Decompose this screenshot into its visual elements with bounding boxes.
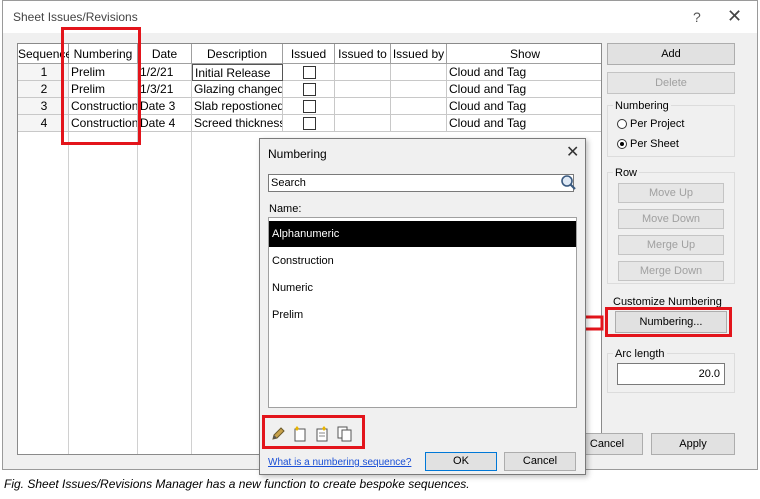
window-title: Sheet Issues/Revisions xyxy=(13,10,138,24)
numbering-column-highlight xyxy=(61,27,141,145)
cell-show[interactable]: Cloud and Tag xyxy=(447,81,601,98)
list-item-numeric[interactable]: Numeric xyxy=(269,275,576,301)
apply-button[interactable]: Apply xyxy=(651,433,735,455)
cell-date[interactable]: Date 4 xyxy=(138,115,192,132)
issued-checkbox[interactable] xyxy=(303,83,316,96)
dialog-close-icon[interactable]: ✕ xyxy=(566,142,579,162)
cell-issued-to[interactable] xyxy=(335,81,391,98)
cell-description[interactable]: Glazing changed xyxy=(192,81,283,98)
help-button[interactable]: ? xyxy=(693,9,701,25)
header-issued[interactable]: Issued xyxy=(283,44,335,64)
per-sheet-label: Per Sheet xyxy=(630,138,679,150)
numbering-dialog: Numbering ✕ Search Name: Alphanumeric Co… xyxy=(259,138,586,475)
cell-issued-to[interactable] xyxy=(335,98,391,115)
merge-down-button[interactable]: Merge Down xyxy=(618,261,724,281)
cell-show[interactable]: Cloud and Tag xyxy=(447,98,601,115)
cell-date[interactable]: 1/3/21 xyxy=(138,81,192,98)
per-sheet-radio[interactable]: Per Sheet xyxy=(617,138,679,150)
delete-button[interactable]: Delete xyxy=(607,72,735,94)
numbering-list[interactable]: Alphanumeric Construction Numeric Prelim xyxy=(268,217,577,408)
help-link[interactable]: What is a numbering sequence? xyxy=(268,457,411,468)
numbering-group-label: Numbering xyxy=(613,100,671,112)
arc-length-label: Arc length xyxy=(613,348,667,360)
toolbar-highlight xyxy=(262,415,365,449)
search-icon[interactable] xyxy=(559,173,577,191)
cell-issued-by[interactable] xyxy=(391,115,447,132)
merge-up-button[interactable]: Merge Up xyxy=(618,235,724,255)
cell-issued-by[interactable] xyxy=(391,81,447,98)
cell-issued-to[interactable] xyxy=(335,64,391,81)
cell-show[interactable]: Cloud and Tag xyxy=(447,115,601,132)
issued-checkbox[interactable] xyxy=(303,66,316,79)
cell-issued[interactable] xyxy=(283,81,335,98)
header-issued-to[interactable]: Issued to xyxy=(335,44,391,64)
move-up-button[interactable]: Move Up xyxy=(618,183,724,203)
cell-issued-by[interactable] xyxy=(391,98,447,115)
cell-issued-to[interactable] xyxy=(335,115,391,132)
cell-issued[interactable] xyxy=(283,115,335,132)
dialog-cancel-button[interactable]: Cancel xyxy=(504,452,576,471)
radio-selected-icon xyxy=(617,139,627,149)
dialog-title: Numbering xyxy=(268,147,327,161)
issued-checkbox[interactable] xyxy=(303,100,316,113)
cell-issued-by[interactable] xyxy=(391,64,447,81)
arc-length-input[interactable]: 20.0 xyxy=(617,363,725,385)
issued-checkbox[interactable] xyxy=(303,117,316,130)
numbering-button-highlight xyxy=(605,307,732,337)
per-project-label: Per Project xyxy=(630,118,685,130)
cell-date[interactable]: 1/2/21 xyxy=(138,64,192,81)
header-date[interactable]: Date xyxy=(138,44,192,64)
close-icon[interactable]: ✕ xyxy=(727,6,742,27)
cell-description[interactable]: Slab repostioned xyxy=(192,98,283,115)
header-issued-by[interactable]: Issued by xyxy=(391,44,447,64)
header-description[interactable]: Description xyxy=(192,44,283,64)
radio-icon xyxy=(617,119,627,129)
add-button[interactable]: Add xyxy=(607,43,735,65)
list-item-construction[interactable]: Construction xyxy=(269,248,576,274)
per-project-radio[interactable]: Per Project xyxy=(617,118,684,130)
ok-button[interactable]: OK xyxy=(425,452,497,471)
list-item-alphanumeric[interactable]: Alphanumeric xyxy=(269,221,576,247)
cell-issued[interactable] xyxy=(283,64,335,81)
row-group-label: Row xyxy=(613,167,640,179)
cell-show[interactable]: Cloud and Tag xyxy=(447,64,601,81)
move-down-button[interactable]: Move Down xyxy=(618,209,724,229)
name-label: Name: xyxy=(269,203,302,215)
cell-description[interactable]: Screed thickness i xyxy=(192,115,283,132)
list-item-prelim[interactable]: Prelim xyxy=(269,302,576,328)
cell-description[interactable]: Initial Release xyxy=(192,64,283,81)
figure-caption: Fig. Sheet Issues/Revisions Manager has … xyxy=(4,477,470,491)
cell-date[interactable]: Date 3 xyxy=(138,98,192,115)
search-input[interactable]: Search xyxy=(268,174,574,192)
header-show[interactable]: Show xyxy=(447,44,601,64)
cell-issued[interactable] xyxy=(283,98,335,115)
